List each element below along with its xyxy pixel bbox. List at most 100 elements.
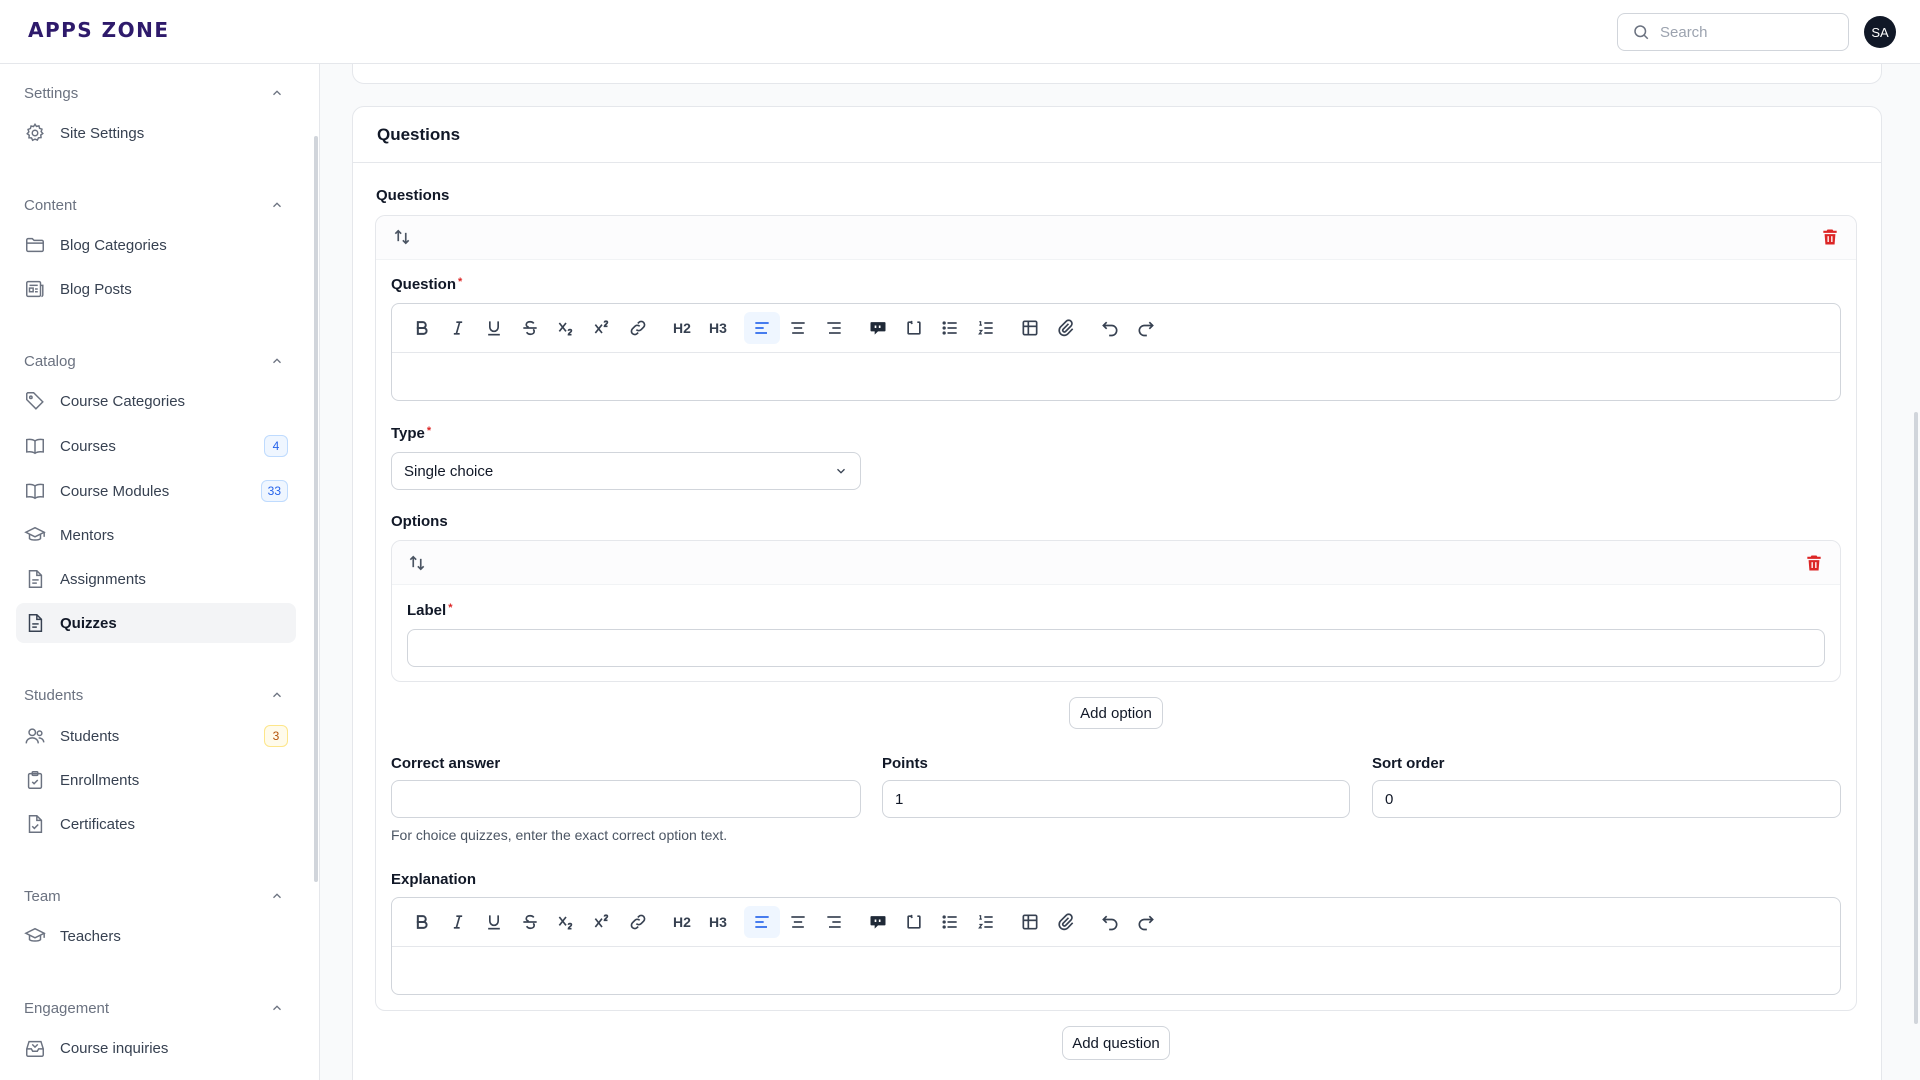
sidebar-item-teachers[interactable]: Teachers [16, 916, 296, 956]
bold-button[interactable] [404, 312, 440, 344]
redo-button[interactable] [1128, 312, 1164, 344]
blockquote-button[interactable] [860, 906, 896, 938]
bullet-list-button[interactable] [932, 312, 968, 344]
delete-question-button[interactable] [1818, 225, 1842, 249]
sidebar-item-site-settings[interactable]: Site Settings [16, 113, 296, 153]
align-left-button[interactable] [744, 312, 780, 344]
align-left-button[interactable] [744, 906, 780, 938]
sidebar-group-settings[interactable]: Settings [24, 81, 284, 105]
sort-order-input[interactable]: 0 [1372, 780, 1841, 818]
underline-button[interactable] [476, 312, 512, 344]
sidebar-group-engagement[interactable]: Engagement [24, 996, 284, 1020]
sidebar-item-blog-categories[interactable]: Blog Categories [16, 225, 296, 265]
code-block-icon [907, 320, 921, 335]
required-asterisk: * [448, 602, 453, 614]
points-input[interactable]: 1 [882, 780, 1350, 818]
sidebar-item-label: Blog Categories [60, 236, 167, 254]
attach-button[interactable] [1048, 312, 1084, 344]
type-select[interactable]: Single choice [391, 452, 861, 490]
sidebar-item-enrollments[interactable]: Enrollments [16, 760, 296, 800]
strikethrough-button[interactable] [512, 906, 548, 938]
strikethrough-button[interactable] [512, 312, 548, 344]
sidebar-item-certificates[interactable]: Certificates [16, 804, 296, 844]
explanation-editor-content[interactable] [392, 947, 1840, 995]
sidebar-item-course-categories[interactable]: Course Categories [16, 381, 296, 421]
reorder-question-handle[interactable] [390, 225, 414, 249]
sidebar-item-course-modules[interactable]: Course Modules 33 [16, 471, 296, 511]
subscript-button[interactable] [548, 906, 584, 938]
subscript-icon [558, 916, 573, 930]
code-block-button[interactable] [896, 312, 932, 344]
add-option-button[interactable]: Add option [1069, 697, 1163, 729]
sidebar-item-mentors[interactable]: Mentors [16, 515, 296, 555]
chevron-up-icon [273, 202, 281, 208]
sidebar-item-courses[interactable]: Courses 4 [16, 426, 296, 466]
italic-button[interactable] [440, 906, 476, 938]
sidebar-item-quizzes[interactable]: Quizzes [16, 603, 296, 643]
sidebar-item-blog-posts[interactable]: Blog Posts [16, 269, 296, 309]
align-center-button[interactable] [780, 906, 816, 938]
align-center-button[interactable] [780, 312, 816, 344]
superscript-button[interactable] [584, 312, 620, 344]
blockquote-button[interactable] [860, 312, 896, 344]
undo-button[interactable] [1092, 906, 1128, 938]
link-icon [630, 320, 646, 336]
sidebar-group-team[interactable]: Team [24, 884, 284, 908]
sidebar-group-students[interactable]: Students [24, 683, 284, 707]
sidebar-item-label: Enrollments [60, 771, 140, 789]
sidebar-scrollbar[interactable] [314, 136, 318, 882]
attach-button[interactable] [1048, 906, 1084, 938]
reorder-option-handle[interactable] [405, 551, 429, 575]
academic-cap-icon [24, 526, 46, 541]
delete-option-button[interactable] [1802, 551, 1826, 575]
sort-order-label: Sort order [1372, 755, 1445, 772]
link-button[interactable] [620, 312, 656, 344]
correct-answer-input[interactable] [391, 780, 861, 818]
sidebar-item-assignments[interactable]: Assignments [16, 559, 296, 599]
folder-icon [26, 237, 44, 253]
chevron-up-icon [273, 692, 281, 698]
group-label: Students [24, 686, 84, 704]
sidebar-group-catalog[interactable]: Catalog [24, 349, 284, 373]
bold-button[interactable] [404, 906, 440, 938]
table-button[interactable] [1012, 312, 1048, 344]
heading-2-button[interactable]: H2 [664, 312, 700, 344]
add-question-button[interactable]: Add question [1062, 1026, 1170, 1060]
superscript-button[interactable] [584, 906, 620, 938]
italic-button[interactable] [440, 312, 476, 344]
search-input[interactable]: Search [1617, 13, 1849, 51]
editor-toolbar: H2 H3 [392, 304, 1840, 353]
trash-icon [1807, 555, 1821, 571]
app-logo[interactable]: APPS ZONE [28, 18, 170, 42]
subscript-button[interactable] [548, 312, 584, 344]
align-right-button[interactable] [816, 312, 852, 344]
count-badge: 3 [264, 725, 288, 747]
search-placeholder: Search [1660, 23, 1708, 41]
ordered-list-button[interactable] [968, 312, 1004, 344]
explanation-rich-editor: H2 H3 [391, 897, 1841, 995]
heading-3-button[interactable]: H3 [700, 312, 736, 344]
table-button[interactable] [1012, 906, 1048, 938]
sidebar-item-label: Course inquiries [60, 1039, 169, 1057]
type-label-text: Type [391, 425, 425, 442]
underline-button[interactable] [476, 906, 512, 938]
type-field-label: Type * [391, 425, 431, 442]
sidebar-item-students[interactable]: Students 3 [16, 716, 296, 756]
sidebar-group-content[interactable]: Content [24, 193, 284, 217]
sidebar-item-course-inquiries[interactable]: Course inquiries [16, 1028, 296, 1068]
main-scrollbar[interactable] [1914, 412, 1918, 1024]
code-block-button[interactable] [896, 906, 932, 938]
question-editor-content[interactable] [392, 353, 1840, 401]
undo-button[interactable] [1092, 312, 1128, 344]
heading-2-button[interactable]: H2 [664, 906, 700, 938]
link-button[interactable] [620, 906, 656, 938]
ordered-list-button[interactable] [968, 906, 1004, 938]
align-right-button[interactable] [816, 906, 852, 938]
options-label: Options [391, 513, 448, 530]
heading-3-button[interactable]: H3 [700, 906, 736, 938]
top-bar: APPS ZONE Search SA [0, 0, 1920, 64]
bullet-list-button[interactable] [932, 906, 968, 938]
redo-button[interactable] [1128, 906, 1164, 938]
avatar[interactable]: SA [1864, 16, 1896, 48]
option-label-input[interactable] [407, 629, 1825, 667]
